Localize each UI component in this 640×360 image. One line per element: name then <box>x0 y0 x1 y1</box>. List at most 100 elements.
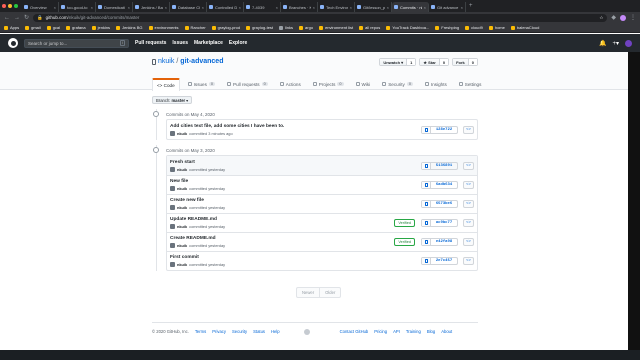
tab-close-icon[interactable]: × <box>239 5 241 10</box>
new-tab-icon[interactable]: + <box>469 3 473 9</box>
footer-link-contact[interactable]: Contact GitHub <box>340 329 369 335</box>
bookmark-item[interactable]: grafana <box>66 25 86 30</box>
commit-title-link[interactable]: Add cities text file, add some cities I … <box>170 124 421 129</box>
extension-icon[interactable]: ◆ <box>611 14 616 21</box>
reload-icon[interactable]: ↻ <box>24 14 29 21</box>
bookmark-item[interactable]: environments <box>148 25 179 30</box>
older-button[interactable]: Older <box>320 287 342 298</box>
commit-sha-link[interactable]: 128e722 <box>431 127 457 133</box>
browser-tab[interactable]: Git advance × <box>429 2 466 12</box>
browser-tab[interactable]: Tech Environ × <box>318 2 355 12</box>
nav-pull-requests[interactable]: Pull requests <box>135 40 166 46</box>
bookmark-item[interactable]: environment list <box>319 25 353 30</box>
watch-button[interactable]: Unwatch ▾ 1 <box>379 58 417 66</box>
tab-close-icon[interactable]: × <box>202 5 204 10</box>
copy-sha-button[interactable] <box>422 126 431 133</box>
tab-close-icon[interactable]: × <box>128 5 130 10</box>
branch-selector-button[interactable]: Branch: master ▾ <box>152 96 193 104</box>
browse-repo-button[interactable]: <> <box>463 219 474 227</box>
nav-explore[interactable]: Explore <box>229 40 247 46</box>
copy-sha-button[interactable] <box>422 239 431 245</box>
tab-close-icon[interactable]: × <box>165 5 167 10</box>
profile-avatar[interactable] <box>620 14 626 21</box>
repo-tab[interactable]: Actions <box>276 78 305 90</box>
commit-title-link[interactable]: Fresh start <box>170 160 421 165</box>
repo-name-link[interactable]: git-advanced <box>180 58 223 65</box>
bookmark-item[interactable]: all repos <box>359 25 380 30</box>
commit-author-link[interactable]: nkuik <box>177 131 187 136</box>
browse-repo-button[interactable]: <> <box>463 125 474 134</box>
star-count[interactable]: 0 <box>438 59 449 65</box>
copy-sha-button[interactable] <box>422 182 431 188</box>
bookmark-item[interactable]: home <box>488 25 505 30</box>
browser-tab[interactable]: Commits · nk × <box>392 2 429 12</box>
watch-count[interactable]: 1 <box>406 59 416 65</box>
tab-close-icon[interactable]: × <box>54 5 56 10</box>
fork-button[interactable]: Fork 0 <box>452 58 478 66</box>
copy-sha-button[interactable] <box>422 258 431 264</box>
browse-repo-button[interactable]: <> <box>463 200 474 208</box>
commit-title-link[interactable]: Create new file <box>170 198 421 203</box>
commit-author-link[interactable]: nkuik <box>177 224 187 229</box>
star-button[interactable]: ★ Star 0 <box>419 58 450 66</box>
footer-link-help[interactable]: Help <box>271 329 280 335</box>
author-avatar[interactable] <box>170 262 175 267</box>
browser-tab[interactable]: too-good-to × <box>59 2 96 12</box>
repo-tab[interactable]: Issues 0 <box>184 78 219 90</box>
tab-close-icon[interactable]: × <box>91 5 93 10</box>
commit-title-link[interactable]: First commit <box>170 255 421 260</box>
bookmark-item[interactable]: graylog-test <box>246 25 273 30</box>
commit-title-link[interactable]: Create README.md <box>170 236 394 241</box>
bookmark-item[interactable]: argo <box>299 25 313 30</box>
commit-sha-link[interactable]: 5136891 <box>431 163 457 169</box>
browser-tab[interactable]: Overview × <box>22 2 59 12</box>
browser-tab[interactable]: Domesticati × <box>96 2 133 12</box>
browse-repo-button[interactable]: <> <box>463 181 474 189</box>
commit-sha-link[interactable]: e42fa98 <box>431 239 457 245</box>
repo-tab[interactable]: Settings <box>455 78 486 90</box>
browser-tab[interactable]: Branches · K × <box>281 2 318 12</box>
bookmark-item[interactable]: cloud9 <box>465 25 483 30</box>
footer-link-blog[interactable]: Blog <box>427 329 435 335</box>
author-avatar[interactable] <box>170 166 175 172</box>
commit-sha-link[interactable]: 2e7c457 <box>431 258 457 264</box>
tab-close-icon[interactable]: × <box>424 5 426 10</box>
tab-close-icon[interactable]: × <box>387 5 389 10</box>
repo-tab[interactable]: Insights <box>421 78 451 90</box>
forward-icon[interactable]: → <box>14 15 20 21</box>
author-avatar[interactable] <box>170 205 175 210</box>
browser-tab[interactable]: Git/lesson_pl × <box>355 2 392 12</box>
copy-sha-button[interactable] <box>422 162 431 169</box>
browse-repo-button[interactable]: <> <box>463 161 474 170</box>
github-search-input[interactable]: Search or jump to... / <box>24 38 129 48</box>
browser-menu-icon[interactable]: ⋮ <box>630 14 636 21</box>
verified-badge[interactable]: Verified <box>394 238 415 246</box>
commit-author-link[interactable]: nkuik <box>177 262 187 267</box>
close-window-icon[interactable] <box>2 4 6 8</box>
commit-author-link[interactable]: nkuik <box>177 186 187 191</box>
commit-sha-link[interactable]: ac9bc77 <box>431 220 457 226</box>
author-avatar[interactable] <box>170 224 175 229</box>
commit-author-link[interactable]: nkuik <box>177 205 187 210</box>
fork-count[interactable]: 0 <box>467 59 477 65</box>
copy-sha-button[interactable] <box>422 220 431 226</box>
footer-link-security[interactable]: Security <box>232 329 247 335</box>
browse-repo-button[interactable]: <> <box>463 238 474 246</box>
tab-close-icon[interactable]: × <box>350 5 352 10</box>
footer-link-about[interactable]: About <box>441 329 452 335</box>
browse-repo-button[interactable]: <> <box>463 257 474 265</box>
footer-link-api[interactable]: API <box>393 329 400 335</box>
browser-tab[interactable]: Database Ch × <box>170 2 207 12</box>
bookmark-item[interactable]: Jenkins BG <box>116 25 143 30</box>
bookmark-item[interactable]: balenaCloud <box>510 25 539 30</box>
repo-tab[interactable]: <> Code <box>152 78 180 91</box>
commit-sha-link[interactable]: 6adb634 <box>431 182 457 188</box>
tab-close-icon[interactable]: × <box>461 5 463 10</box>
footer-link-pricing[interactable]: Pricing <box>374 329 387 335</box>
bookmark-item[interactable]: graylog-prod <box>211 25 240 30</box>
nav-marketplace[interactable]: Marketplace <box>194 40 223 46</box>
repo-tab[interactable]: Security 0 <box>378 78 417 90</box>
bookmark-item[interactable]: links <box>279 25 293 30</box>
bookmark-item[interactable]: jenkins <box>91 25 110 30</box>
footer-link-status[interactable]: Status <box>253 329 265 335</box>
